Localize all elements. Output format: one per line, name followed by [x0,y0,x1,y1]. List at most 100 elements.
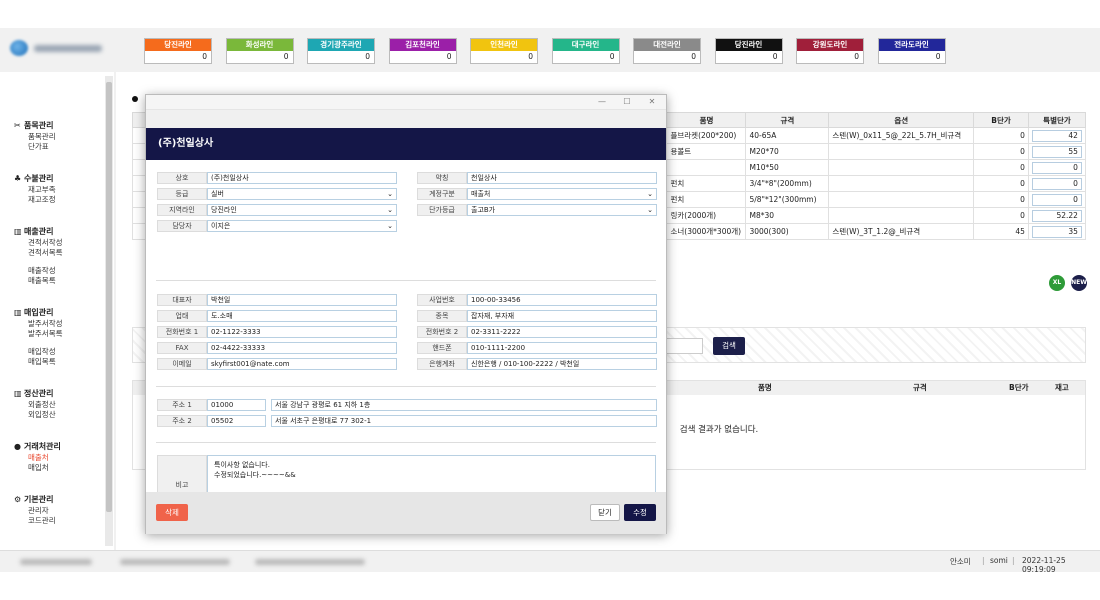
new-button[interactable]: NEW [1071,275,1087,291]
search-button[interactable]: 검색 [713,337,745,355]
line-box[interactable]: 대전라인 0 [633,38,701,64]
menu-title[interactable]: ♣ 수불관리 [14,173,56,185]
special-price-input[interactable]: 0 [1031,161,1082,174]
line-box[interactable]: 화성라인 0 [225,38,294,64]
line-label: 당진라인 [715,39,782,51]
status-user: 안소미 [950,557,971,566]
menu-item[interactable]: 매출처 [14,453,61,463]
field-input[interactable]: skyfirst001@nate.com [207,358,397,370]
menu-title[interactable]: ▥ 정산관리 [14,388,56,400]
zipcode-input[interactable]: 05502 [207,415,266,427]
field-input[interactable]: 도.소매 [207,310,397,322]
line-count: 0 [446,52,452,61]
menu-item[interactable]: 외입정산 [14,410,56,420]
field-label: 전화번호 1 [157,326,207,338]
company-logo[interactable] [10,38,105,58]
menu-group: ♣ 수불관리 재고부족 재고조정 [14,173,56,205]
cell-name: 펀치 [666,191,747,208]
line-count: 0 [283,52,289,61]
field-label: 이메일 [157,358,207,370]
menu-item[interactable]: 재고조정 [14,195,56,205]
special-price-input[interactable]: 35 [1031,225,1082,238]
scrollbar-thumb[interactable] [106,82,112,512]
menu-item[interactable]: 외출정산 [14,400,56,410]
menu-title[interactable]: ● 거래처관리 [14,441,61,453]
field-input[interactable]: 박천일 [207,294,397,306]
line-count: 0 [528,52,533,61]
line-box[interactable]: 당진라인 0 [714,38,783,64]
menu-title[interactable]: ✂ 품목관리 [14,120,56,132]
field-input[interactable]: (주)천일상사 [207,172,397,184]
menu-title[interactable]: ▥ 매출관리 [14,226,63,238]
menu-item[interactable]: 매입목록 [14,357,63,367]
line-box[interactable]: 김포천라인 0 [388,38,457,64]
line-box[interactable]: 경기광주라인 0 [307,38,375,64]
field-value: 신한은행 / 010-100-2222 / 박천일 [471,360,580,368]
menu-group-icon: ♣ [14,174,22,183]
field-label: 대표자 [157,294,207,306]
line-box[interactable]: 강원도라인 0 [796,38,864,64]
delete-button[interactable]: 삭제 [156,504,188,521]
cell-bprice: 0 [973,143,1029,160]
menu-title[interactable]: ▥ 매입관리 [14,307,63,319]
field-label: 업태 [157,310,207,322]
cell-spec: M20*70 [745,143,830,160]
line-label: 인천라인 [471,39,537,51]
menu-item[interactable]: 재고부족 [14,185,56,195]
status-blurred-2 [120,559,230,565]
minimize-icon[interactable]: — [596,96,608,108]
line-box[interactable]: 대구라인 0 [551,38,620,64]
address-input[interactable]: 서울 강남구 광평로 61 지하 1층 [271,399,657,411]
special-price-input[interactable]: 0 [1031,177,1082,190]
field-input[interactable]: 잡자재, 부자재 [467,310,657,322]
special-price-input[interactable]: 52.22 [1031,209,1082,222]
cell-bprice: 0 [973,127,1029,144]
menu-group-icon: ▥ [14,389,22,398]
field-value: 출고B가 [471,206,496,214]
excel-button[interactable]: XL [1049,275,1065,291]
field-input[interactable]: 02-4422-33333 [207,342,397,354]
special-price-input[interactable]: 55 [1031,145,1082,158]
field-input[interactable]: 02-3311-2222 [467,326,657,338]
menu-item[interactable]: 매입작성 [14,347,63,357]
sidebar-scrollbar[interactable] [105,76,113,546]
menu-item[interactable]: 매출목록 [14,276,63,286]
special-price-input[interactable]: 42 [1031,129,1082,142]
cell-spec: 40-65A [745,127,830,144]
maximize-icon[interactable]: ☐ [621,96,633,108]
menu-item[interactable]: 단가표 [14,142,56,152]
line-box[interactable]: 전라도라인 0 [877,38,946,64]
edit-button[interactable]: 수정 [624,504,656,521]
field-select[interactable]: 출고B가 ⌄ [467,204,657,216]
field-input[interactable]: 신한은행 / 010-100-2222 / 박천일 [467,358,657,370]
menu-title[interactable]: ⚙ 기본관리 [14,494,56,506]
address-input[interactable]: 서울 서초구 은평대로 77 302-1 [271,415,657,427]
cell-special: 35 [1027,223,1087,240]
field-input[interactable]: 100-00-33456 [467,294,657,306]
field-select[interactable]: 매출처 ⌄ [467,188,657,200]
menu-item[interactable]: 견적서목록 [14,248,63,258]
field-input[interactable]: 010-1111-2200 [467,342,657,354]
field-select[interactable]: 실버 ⌄ [207,188,397,200]
close-window-icon[interactable]: ✕ [646,96,658,108]
menu-item[interactable]: 발주서작성 [14,319,63,329]
zipcode-input[interactable]: 01000 [207,399,266,411]
menu-item[interactable]: 견적서작성 [14,238,63,248]
menu-item[interactable]: 코드관리 [14,516,56,526]
menu-item[interactable]: 매입처 [14,463,61,473]
menu-item[interactable]: 품목관리 [14,132,56,142]
menu-item[interactable]: 매출작성 [14,266,63,276]
field-select[interactable]: 당진라인 ⌄ [207,204,397,216]
field-input[interactable]: 02-1122-3333 [207,326,397,338]
special-price-input[interactable]: 0 [1031,193,1082,206]
menu-item[interactable]: 관리자 [14,506,56,516]
line-box[interactable]: 인천라인 0 [470,38,538,64]
field-input[interactable]: 천일상사 [467,172,657,184]
menu-item[interactable]: 발주서목록 [14,329,63,339]
line-box[interactable]: 당진라인 0 [144,38,212,64]
divider-1 [156,280,656,281]
chevron-down-icon: ⌄ [387,222,393,230]
col-bprice: B단가 [973,112,1029,128]
close-button[interactable]: 닫기 [590,504,620,521]
field-select[interactable]: 이지은 ⌄ [207,220,397,232]
